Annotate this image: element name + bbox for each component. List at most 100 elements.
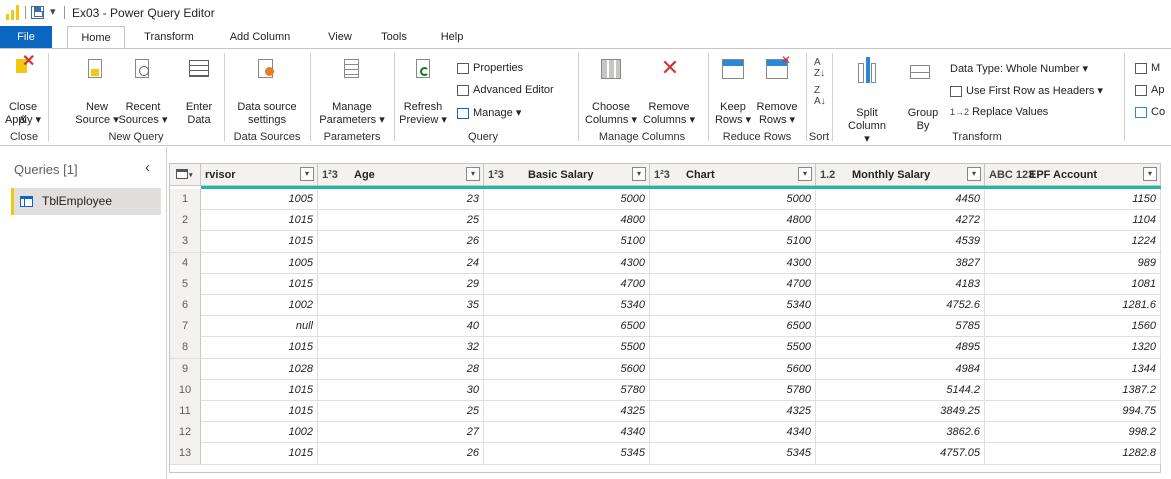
column-filter-dropdown-icon[interactable]: ▾ bbox=[1143, 167, 1157, 181]
table-cell[interactable]: 1344 bbox=[985, 358, 1161, 380]
table-row[interactable]: 9 1028 28 5600 5600 4984 1344 bbox=[170, 358, 1161, 380]
table-cell[interactable]: 1320 bbox=[985, 337, 1161, 359]
table-cell[interactable]: 4340 bbox=[484, 422, 650, 444]
tab-help[interactable]: Help bbox=[434, 26, 470, 48]
table-cell[interactable]: 1081 bbox=[985, 273, 1161, 295]
table-cell[interactable]: 1104 bbox=[985, 210, 1161, 232]
table-row[interactable]: 8 1015 32 5500 5500 4895 1320 bbox=[170, 337, 1161, 359]
table-cell[interactable]: 1005 bbox=[201, 189, 318, 210]
table-cell[interactable]: 4325 bbox=[484, 401, 650, 422]
table-row[interactable]: 7 null 40 6500 6500 5785 1560 bbox=[170, 316, 1161, 338]
table-cell[interactable]: 1028 bbox=[201, 358, 318, 380]
table-cell[interactable]: 5345 bbox=[484, 443, 650, 465]
table-row[interactable]: 2 1015 25 4800 4800 4272 1104 bbox=[170, 210, 1161, 232]
properties-button[interactable]: Properties bbox=[457, 62, 523, 74]
table-cell[interactable]: 4340 bbox=[650, 422, 816, 444]
table-cell[interactable]: 5600 bbox=[484, 358, 650, 380]
table-cell[interactable]: 5345 bbox=[650, 443, 816, 465]
row-number[interactable]: 12 bbox=[170, 422, 201, 444]
choose-columns-button[interactable]: Choose Columns ▾ bbox=[583, 55, 639, 127]
table-cell[interactable]: 4984 bbox=[816, 358, 985, 380]
table-cell[interactable]: 1560 bbox=[985, 316, 1161, 338]
table-cell[interactable]: 25 bbox=[318, 210, 484, 232]
table-cell[interactable]: 5780 bbox=[484, 379, 650, 401]
column-type-icon[interactable]: 1²3 bbox=[322, 169, 338, 181]
table-cell[interactable]: 989 bbox=[985, 252, 1161, 274]
table-row[interactable]: 6 1002 35 5340 5340 4752.6 1281.6 bbox=[170, 295, 1161, 317]
table-cell[interactable]: null bbox=[201, 316, 318, 338]
collapse-panel-icon[interactable]: ‹ bbox=[145, 159, 150, 176]
table-cell[interactable]: 5100 bbox=[650, 231, 816, 253]
column-filter-dropdown-icon[interactable]: ▾ bbox=[300, 167, 314, 181]
manage-query-button[interactable]: Manage ▾ bbox=[457, 106, 521, 119]
query-item-tblemployee[interactable]: TblEmployee bbox=[11, 188, 161, 215]
sort-ascending-icon[interactable]: A Z↓ bbox=[814, 57, 825, 79]
table-cell[interactable]: 4700 bbox=[650, 273, 816, 295]
keep-rows-button[interactable]: Keep Rows ▾ bbox=[714, 55, 752, 127]
quick-access-dropdown-icon[interactable]: ▾ bbox=[50, 5, 56, 18]
table-cell[interactable]: 4539 bbox=[816, 231, 985, 253]
manage-parameters-button[interactable]: Manage Parameters ▾ bbox=[312, 55, 392, 127]
table-cell[interactable]: 5100 bbox=[484, 231, 650, 253]
table-cell[interactable]: 32 bbox=[318, 337, 484, 359]
table-cell[interactable]: 1015 bbox=[201, 337, 318, 359]
column-header[interactable]: 1²3 Age ▾ bbox=[318, 164, 484, 186]
table-cell[interactable]: 1002 bbox=[201, 422, 318, 444]
column-type-icon[interactable]: 1²3 bbox=[488, 169, 504, 181]
tab-home[interactable]: Home bbox=[67, 26, 125, 48]
tab-view[interactable]: View bbox=[320, 26, 360, 48]
table-cell[interactable]: 4300 bbox=[484, 252, 650, 274]
table-cell[interactable]: 28 bbox=[318, 358, 484, 380]
table-cell[interactable]: 6500 bbox=[484, 316, 650, 338]
table-cell[interactable]: 5340 bbox=[484, 295, 650, 316]
table-cell[interactable]: 23 bbox=[318, 189, 484, 210]
table-cell[interactable]: 4800 bbox=[484, 210, 650, 232]
table-cell[interactable]: 1281.6 bbox=[985, 295, 1161, 316]
table-cell[interactable]: 3862.6 bbox=[816, 422, 985, 444]
table-cell[interactable]: 26 bbox=[318, 443, 484, 465]
table-cell[interactable]: 26 bbox=[318, 231, 484, 253]
table-cell[interactable]: 29 bbox=[318, 273, 484, 295]
table-cell[interactable]: 4183 bbox=[816, 273, 985, 295]
column-type-icon[interactable]: 1²3 bbox=[654, 169, 670, 181]
table-cell[interactable]: 1282.8 bbox=[985, 443, 1161, 465]
row-number[interactable]: 9 bbox=[170, 358, 201, 380]
table-cell[interactable]: 1005 bbox=[201, 252, 318, 274]
row-number[interactable]: 11 bbox=[170, 401, 201, 422]
table-cell[interactable]: 4300 bbox=[650, 252, 816, 274]
table-cell[interactable]: 4757.05 bbox=[816, 443, 985, 465]
table-cell[interactable]: 1387.2 bbox=[985, 379, 1161, 401]
table-row[interactable]: 12 1002 27 4340 4340 3862.6 998.2 bbox=[170, 422, 1161, 444]
row-number[interactable]: 10 bbox=[170, 379, 201, 401]
row-number[interactable]: 1 bbox=[170, 189, 201, 210]
remove-columns-button[interactable]: ✕ Remove Columns ▾ bbox=[639, 55, 699, 127]
tab-tools[interactable]: Tools bbox=[375, 26, 413, 48]
advanced-editor-button[interactable]: Advanced Editor bbox=[457, 84, 554, 96]
table-cell[interactable]: 5000 bbox=[650, 189, 816, 210]
table-row[interactable]: 5 1015 29 4700 4700 4183 1081 bbox=[170, 273, 1161, 295]
tab-add-column[interactable]: Add Column bbox=[222, 26, 298, 48]
data-source-settings-button[interactable]: Data source settings bbox=[230, 55, 304, 127]
table-cell[interactable]: 4272 bbox=[816, 210, 985, 232]
table-cell[interactable]: 1002 bbox=[201, 295, 318, 316]
enter-data-button[interactable]: Enter Data bbox=[179, 55, 219, 127]
table-cell[interactable]: 5780 bbox=[650, 379, 816, 401]
table-cell[interactable]: 1224 bbox=[985, 231, 1161, 253]
table-cell[interactable]: 5340 bbox=[650, 295, 816, 316]
column-type-icon[interactable]: 1.2 bbox=[820, 169, 835, 181]
table-cell[interactable]: 25 bbox=[318, 401, 484, 422]
table-cell[interactable]: 3827 bbox=[816, 252, 985, 274]
table-cell[interactable]: 5144.2 bbox=[816, 379, 985, 401]
row-number[interactable]: 2 bbox=[170, 210, 201, 232]
table-cell[interactable]: 5500 bbox=[484, 337, 650, 359]
overflow-item-3[interactable]: Co bbox=[1135, 106, 1165, 118]
table-cell[interactable]: 3849.25 bbox=[816, 401, 985, 422]
column-filter-dropdown-icon[interactable]: ▾ bbox=[967, 167, 981, 181]
table-cell[interactable]: 1150 bbox=[985, 189, 1161, 210]
column-header[interactable]: rvisor ▾ bbox=[201, 164, 318, 186]
split-column-button[interactable]: Split Column ▾ bbox=[846, 55, 888, 145]
row-number[interactable]: 3 bbox=[170, 231, 201, 253]
table-cell[interactable]: 4700 bbox=[484, 273, 650, 295]
table-cell[interactable]: 1015 bbox=[201, 401, 318, 422]
tab-file[interactable]: File bbox=[0, 26, 52, 48]
